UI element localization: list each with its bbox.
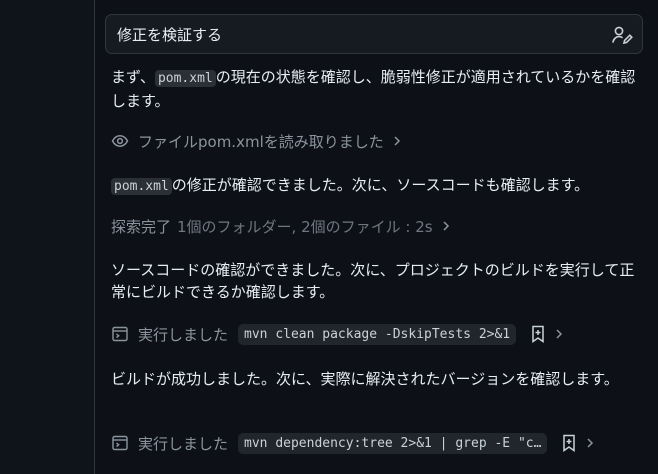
message-paragraph-3: ソースコードの確認ができました。次に、プロジェクトのビルドを実行して正常にビルド… (111, 261, 635, 301)
bookmark-plus-icon[interactable] (530, 325, 546, 343)
chevron-right-icon (392, 135, 402, 147)
p1-before: まず、 (111, 68, 155, 86)
chevron-right-icon (554, 328, 564, 340)
inline-code-pom: pom.xml (111, 178, 172, 195)
explore-details: 1個のフォルダー, 2個のファイル : 2s (177, 217, 433, 236)
command-run-row-1[interactable]: 実行しました mvn clean package -DskipTests 2>&… (111, 322, 564, 346)
terminal-icon (111, 434, 129, 452)
command-text: mvn dependency:tree 2>&1 | grep -E "c… (238, 432, 548, 454)
terminal-icon (111, 325, 129, 343)
task-header: 修正を検証する (105, 14, 643, 54)
message-paragraph-4: ビルドが成功しました。次に、実際に解決されたバージョンを確認します。 (111, 370, 619, 388)
eye-icon (111, 132, 129, 150)
message-paragraph-1: まず、 pom.xml の現在の状態を確認し、脆弱性修正が適用されているかを確認しま… (111, 66, 637, 112)
chat-panel: 修正を検証する まず、 pom.xml の現在の状態を確認し、脆弱性修正が適用されて… (95, 0, 658, 474)
bookmark-plus-icon[interactable] (561, 434, 577, 452)
run-label: 実行しました (138, 434, 229, 453)
message-paragraph-2: pom.xml の修正が確認できました。次に、ソースコードも確認します。 (111, 174, 637, 198)
explore-row[interactable]: 探索完了 1個のフォルダー, 2個のファイル : 2s (111, 214, 451, 238)
chevron-right-icon (441, 220, 451, 232)
left-pane (0, 0, 95, 474)
file-read-label: ファイルpom.xmlを読み取りました (138, 132, 384, 151)
p2-after: の修正が確認できました。次に、ソースコードも確認します。 (171, 176, 590, 194)
inline-code-pom: pom.xml (154, 70, 216, 87)
run-label: 実行しました (138, 325, 229, 344)
command-text: mvn clean package -DskipTests 2>&1 (238, 323, 517, 345)
explore-status: 探索完了 (111, 217, 172, 236)
chevron-right-icon (585, 437, 595, 449)
assign-user-icon[interactable] (611, 24, 633, 46)
file-read-row[interactable]: ファイルpom.xmlを読み取りました (111, 129, 402, 153)
command-run-row-2[interactable]: 実行しました mvn dependency:tree 2>&1 | grep -… (111, 431, 595, 455)
task-title: 修正を検証する (117, 26, 223, 44)
